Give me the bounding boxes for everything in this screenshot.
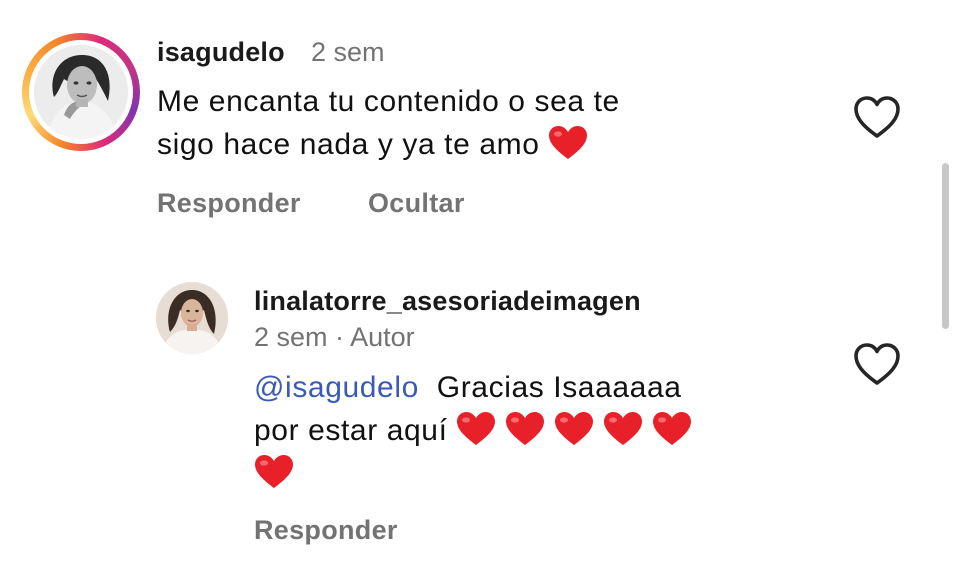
reply-username[interactable]: linalatorre_asesoriadeimagen xyxy=(254,286,641,317)
mention-link[interactable]: @isagudelo xyxy=(254,371,419,404)
scrollbar-thumb[interactable] xyxy=(942,163,949,329)
comment-username[interactable]: isagudelo xyxy=(157,37,285,68)
reply-avatar[interactable] xyxy=(156,282,228,354)
red-heart-emoji-icon xyxy=(604,412,643,445)
like-comment-button[interactable] xyxy=(852,94,902,140)
reply-body: @isagudelo Gracias Isaaaaaa por estar aq… xyxy=(254,366,701,495)
red-heart-emoji-icon xyxy=(555,412,594,445)
avatar-portrait-image xyxy=(34,45,128,139)
reply-text-line-with-emoji: por estar aquí xyxy=(254,409,701,452)
reply-emoji-line xyxy=(254,452,701,495)
reply-to-reply-button[interactable]: Responder xyxy=(254,515,398,546)
red-heart-emoji-icon xyxy=(549,126,588,159)
red-heart-emoji-icon xyxy=(255,455,293,488)
red-heart-emoji-icon xyxy=(506,412,545,445)
reply-text: Gracias Isaaaaaa xyxy=(436,371,682,404)
reply-button[interactable]: Responder xyxy=(157,188,301,219)
comment-text-line: sigo hace nada y ya te amo xyxy=(157,128,540,161)
like-reply-button[interactable] xyxy=(852,341,902,387)
story-ring-avatar[interactable] xyxy=(22,33,140,151)
reply-timestamp: 2 sem xyxy=(254,322,328,352)
heart-outline-icon xyxy=(854,96,900,138)
reply-avatar-portrait-image xyxy=(156,282,228,354)
comment-body: Me encanta tu contenido o sea te sigo ha… xyxy=(157,80,620,166)
reply-text: por estar aquí xyxy=(254,414,448,447)
hide-button[interactable]: Ocultar xyxy=(368,188,465,219)
reply-meta: 2 sem · Autor xyxy=(254,322,415,353)
red-heart-emoji-icon xyxy=(653,412,692,445)
comment-text-line-with-emoji: sigo hace nada y ya te amo xyxy=(157,123,620,166)
red-heart-emoji-icon xyxy=(457,412,496,445)
comment-text-line: Me encanta tu contenido o sea te xyxy=(157,85,620,118)
comment-timestamp: 2 sem xyxy=(311,37,385,67)
author-badge: Autor xyxy=(350,322,415,352)
avatar xyxy=(34,45,128,139)
meta-separator: · xyxy=(335,322,345,352)
reply-text-line: @isagudelo Gracias Isaaaaaa xyxy=(254,366,701,409)
avatar-ring-gap xyxy=(29,40,133,144)
heart-outline-icon xyxy=(854,343,900,385)
